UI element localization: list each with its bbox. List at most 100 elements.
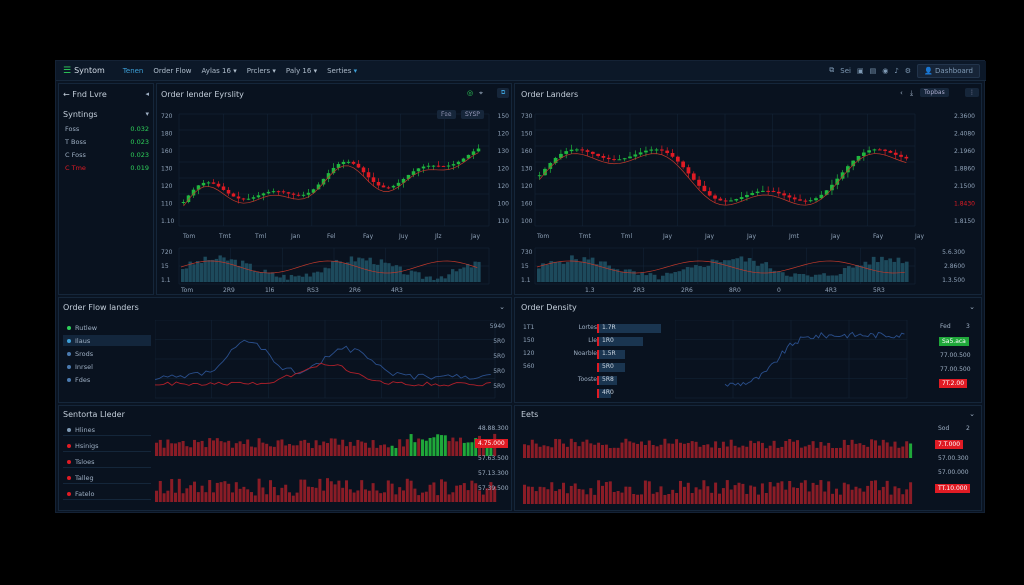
pin-icon[interactable]: ⌖ [479,89,483,98]
x-tick: Jmt [788,233,800,240]
price-tag-green: Sa5.aca [939,337,969,346]
settings-button[interactable]: ⧉ [497,88,510,98]
nav-tab-1[interactable]: Order Flow [153,67,191,75]
nav-tab-4[interactable]: Paly 16 ▾ [286,67,317,75]
volume-bar [565,262,570,282]
price-tag: 77.00.500 [940,366,971,373]
volume-bar [619,271,624,282]
candle-body [707,191,712,196]
density-book-row[interactable]: Lle 1R0 [555,337,665,347]
chevron-down-icon[interactable]: ⌄ [969,303,975,311]
volume-bar [904,261,909,282]
volume-bar [644,275,649,282]
candlestick-chart-2[interactable]: 730 150 160 130 120 160 100 2.3600 2.4080 2.1960 1… [515,100,983,246]
density-book-row[interactable]: Tooste 5R8 [555,376,665,386]
candle-body [261,193,266,196]
y-tick-left: 160 [161,148,173,155]
volume-bar [263,269,267,282]
nav-tab-0[interactable]: Tenen [123,67,144,75]
orderflow-row[interactable]: Ilaus [63,335,151,346]
menu-icon[interactable]: ☰ [63,66,71,76]
sentiment-bar [200,440,204,456]
orderflow-line-chart[interactable]: 5940 5R0 5R0 5R0 5R0 [155,320,511,402]
menu-button[interactable]: ⋮ [965,88,979,97]
nav-tab-3[interactable]: Prclers ▾ [247,67,276,75]
volume-bar [267,272,271,282]
bets-bar-chart[interactable] [519,422,919,510]
brand[interactable]: ☰ Syntom [63,66,105,76]
download-icon[interactable]: ⤓ [910,89,913,98]
sentiment-bar [466,442,470,456]
bets-bar [721,441,725,458]
orderflow-row[interactable]: Srods [63,348,151,359]
density-book-row[interactable]: Noarble 1.5R [555,350,665,360]
candle-body [893,152,898,155]
sentiment-bar [193,481,196,502]
bets-bar [710,492,714,504]
volume-bar [648,273,653,282]
legend-dot [67,377,71,382]
mic-icon[interactable]: ♪ [894,67,898,75]
candle-body [729,200,733,202]
legend-dot [67,491,71,496]
sentiment-row[interactable]: Tsloes [63,456,151,468]
sentiment-bar [212,440,215,456]
orderflow-row[interactable]: Fdes [63,374,151,385]
topbas-button[interactable]: Topbas [920,88,949,97]
bets-bar [546,446,550,458]
bets-bar [558,489,562,504]
sentiment-row[interactable]: Fatelo [63,488,151,500]
orderflow-row[interactable]: Rutlew [63,322,151,333]
sentiment-row[interactable]: Hlines [63,424,151,436]
sentiment-row[interactable]: Talleg [63,472,151,484]
gear-icon[interactable]: ⚙ [905,67,911,75]
candle-body [686,167,691,174]
orderflow-row[interactable]: Inrsel [63,361,151,372]
chevron-down-icon[interactable]: ⌄ [969,410,975,418]
sentiment-bar [272,446,276,456]
chevron-down-icon[interactable]: ⌄ [499,303,505,311]
nav-tab-2[interactable]: Aylas 16 ▾ [201,67,236,75]
status-icon[interactable]: ◎ [467,89,473,97]
sidebar-row[interactable]: T Boss 0.023 [65,138,149,146]
sentiment-value: 57.39.500 [478,485,509,492]
bets-bar [799,447,803,458]
settings-icon[interactable]: ▤ [870,67,877,75]
bets-bar [542,445,546,458]
bets-bar [737,447,741,458]
filter-icon[interactable]: ⧉ [829,66,834,75]
volume-bar [842,267,847,282]
density-line-chart[interactable] [675,320,913,402]
sentiment-bar-chart[interactable] [155,422,511,510]
orderflow-row-label: Ilaus [75,336,91,345]
candle-body [877,149,882,151]
sentiment-row[interactable]: Hsinigs [63,440,151,452]
density-book-row[interactable]: 4R0 [555,389,665,399]
density-bar-marker [597,324,599,333]
bets-bar [558,439,562,458]
back-icon[interactable]: ‹ [900,89,903,97]
dashboard-button[interactable]: 👤 Dashboard [917,63,980,78]
bets-bar [636,443,640,458]
x-tick: Fay [363,233,374,240]
volume-bar [599,261,603,282]
chevron-left-icon[interactable]: ← [63,90,70,99]
density-book-row[interactable]: Lortes 1.7R [555,324,665,334]
candlestick-chart-1[interactable]: 720 180 160 130 120 110 1.10 150 120 130 120 120 100… [157,100,513,246]
chevron-down-icon[interactable]: ▾ [145,110,149,118]
density-book-row[interactable]: 5R0 [555,363,665,373]
candle-body [441,165,446,167]
sentiment-bar [383,444,386,456]
volume-bar [458,268,462,282]
doc-icon[interactable]: ▣ [857,67,864,75]
expand-icon[interactable]: ◂ [145,90,149,98]
bets-bar [632,493,636,504]
filter-label[interactable]: Sei [840,67,851,75]
sidebar-row[interactable]: Foss 0.032 [65,125,149,133]
sidebar-row[interactable]: C Foss 0.023 [65,151,149,159]
bets-bar [682,443,686,458]
circle-icon[interactable]: ◉ [882,67,888,75]
sentiment-bar [174,492,177,502]
nav-tab-5[interactable]: Serties ▾ [327,67,357,75]
sidebar-row[interactable]: C Tme 0.019 [65,164,149,172]
